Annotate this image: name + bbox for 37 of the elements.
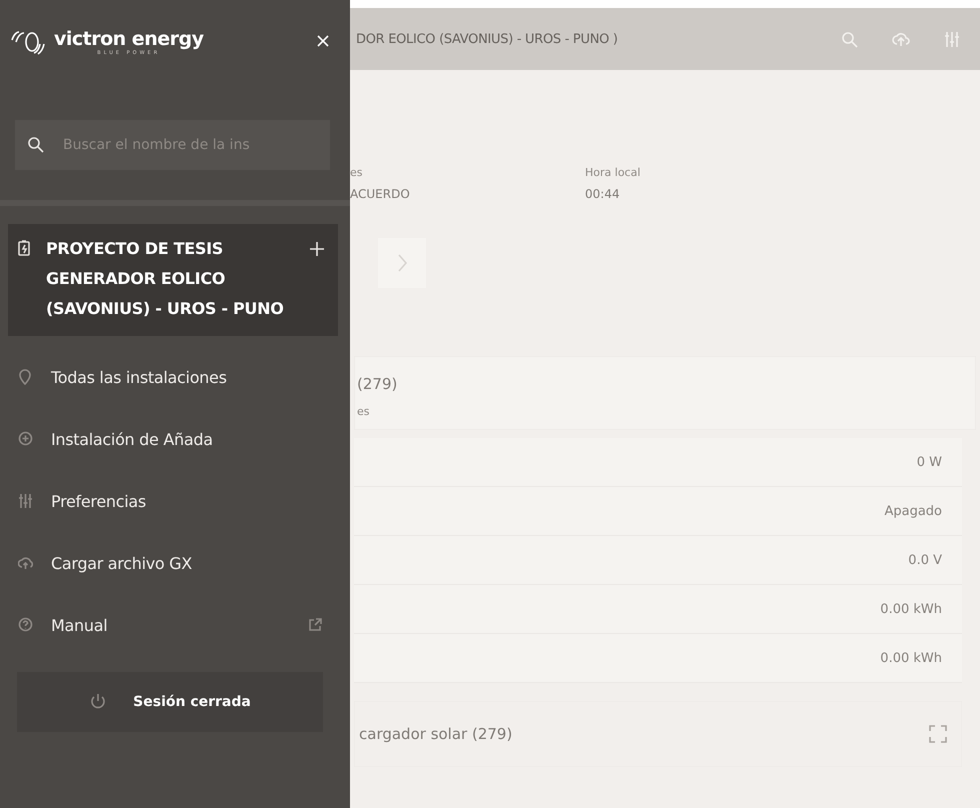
cloud-upload-icon — [18, 555, 33, 571]
battery-icon — [18, 240, 30, 256]
menu-item[interactable]: Cargar archivo GX — [0, 532, 350, 594]
menu-item[interactable]: Preferencias — [0, 470, 350, 532]
reading-value: Apagado — [884, 504, 942, 518]
close-icon — [316, 34, 330, 48]
reading-value: 0.00 kWh — [880, 602, 942, 616]
sliders-icon — [18, 493, 33, 509]
reading-value: 0.0 V — [908, 552, 942, 568]
card-title: cargador solar (279) — [359, 725, 512, 743]
brand-name: victron energy — [54, 28, 204, 50]
card-subtitle: es — [357, 405, 370, 418]
menu-item[interactable]: Manual — [0, 594, 350, 656]
power-icon — [89, 693, 108, 711]
logout-button[interactable]: Sesión cerrada — [17, 672, 323, 732]
summary-label: Hora local — [585, 166, 642, 179]
chevron-right-icon — [396, 253, 408, 273]
summary-value: ACUERDO — [350, 187, 411, 201]
reading-value: 0 W — [916, 454, 942, 470]
plus-circle-icon — [18, 431, 33, 447]
search-field[interactable]: Buscar el nombre de la ins — [15, 120, 330, 170]
pin-icon — [18, 369, 33, 385]
menu-item[interactable]: Todas las instalaciones — [0, 346, 350, 408]
card-title: (279) — [357, 375, 398, 393]
menu-item[interactable]: Instalación de Añada — [0, 408, 350, 470]
help-icon — [18, 617, 33, 633]
sliders-icon — [944, 30, 960, 48]
plus-icon — [310, 242, 324, 256]
external-link-icon — [308, 618, 322, 632]
installation-item[interactable]: PROYECTO DE TESIS GENERADOR EOLICO (SAVONIUS) - UROS - PUNO — [8, 224, 338, 336]
installation-title: DOR EOLICO (SAVONIUS) - UROS - PUNO ) — [356, 32, 618, 46]
cloud-upload-icon — [892, 30, 910, 48]
expand-icon — [929, 725, 947, 743]
reading-value: 0.00 kWh — [880, 650, 942, 666]
summary-value: 00:44 — [585, 187, 621, 201]
search-icon — [841, 30, 858, 48]
summary-label: es — [350, 166, 364, 179]
